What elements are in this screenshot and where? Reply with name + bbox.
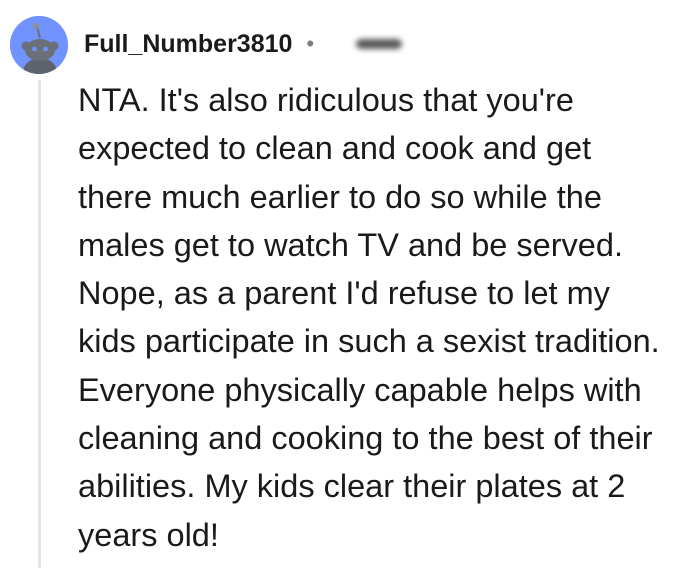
separator-dot: • bbox=[306, 31, 315, 56]
username[interactable]: Full_Number3810 bbox=[84, 30, 292, 59]
thread-line[interactable] bbox=[38, 80, 41, 568]
avatar[interactable] bbox=[10, 16, 68, 74]
reddit-snoo-avatar-icon bbox=[10, 16, 68, 74]
comment: Full_Number3810 • NTA. It's also ridicul… bbox=[0, 0, 700, 568]
blurred-timestamp bbox=[356, 39, 403, 49]
comment-header: Full_Number3810 • bbox=[84, 26, 403, 62]
comment-body: NTA. It's also ridiculous that you're ex… bbox=[78, 82, 660, 553]
